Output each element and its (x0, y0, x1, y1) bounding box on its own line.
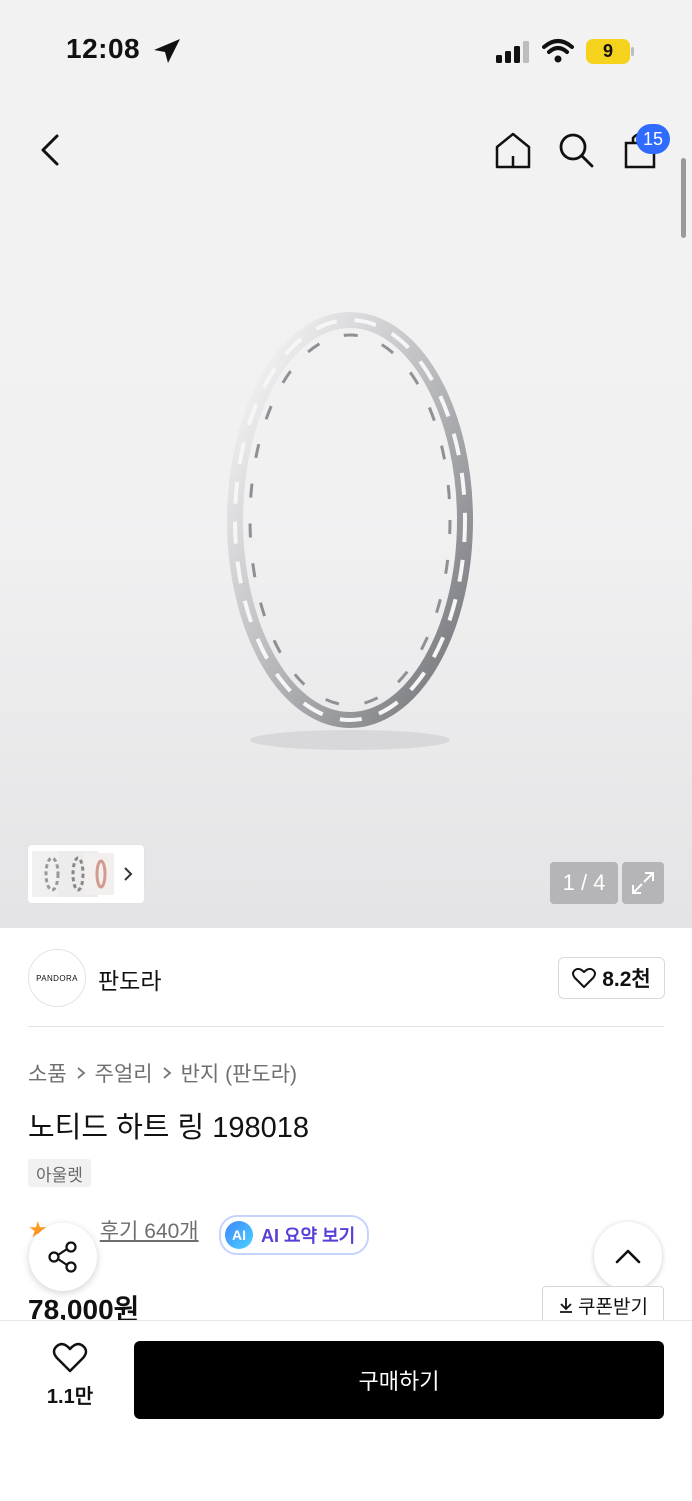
fullscreen-button[interactable] (622, 862, 664, 904)
thumbnail-strip[interactable] (28, 845, 144, 903)
chevron-left-icon (41, 134, 59, 166)
ring-thumbnails (32, 851, 114, 897)
status-time: 12:08 (66, 33, 141, 64)
search-icon (559, 133, 594, 168)
search-button[interactable] (554, 128, 598, 172)
chevron-up-icon (615, 1249, 641, 1264)
ai-icon: AI (225, 1221, 253, 1249)
download-icon (560, 1298, 573, 1313)
breadcrumb: 소품 주얼리 반지 (판도라) (28, 1058, 297, 1088)
share-button[interactable] (29, 1223, 97, 1291)
divider (28, 1026, 664, 1027)
outlet-tag: 아울렛 (28, 1159, 91, 1187)
coupon-button[interactable]: 쿠폰받기 (542, 1286, 664, 1324)
expand-icon (632, 872, 654, 894)
heart-icon (572, 967, 597, 988)
brand-logo-text: PANDORA (36, 973, 78, 983)
location-arrow-icon (154, 39, 180, 63)
share-icon (48, 1241, 77, 1273)
ai-summary-label: AI 요약 보기 (261, 1226, 356, 1246)
ring-product-image (227, 312, 473, 750)
brand-name[interactable]: 판도라 (98, 962, 161, 996)
scroll-top-button[interactable] (594, 1222, 662, 1290)
breadcrumb-item[interactable]: 반지 (판도라) (181, 1058, 297, 1088)
heart-icon (52, 1342, 88, 1373)
battery-icon: 9 (586, 39, 630, 64)
wishlist-count: 1.1만 (46, 1386, 94, 1408)
battery-level: 9 (602, 41, 613, 61)
image-counter: 1 / 4 (550, 862, 618, 904)
home-button[interactable] (490, 128, 536, 172)
breadcrumb-item[interactable]: 소품 (28, 1058, 67, 1088)
product-title: 노티드 하트 링 198018 (28, 1112, 310, 1144)
ai-summary-button[interactable]: AI AI 요약 보기 (219, 1215, 370, 1255)
scrollbar[interactable] (681, 158, 686, 238)
brand-like-button[interactable]: 8.2천 (558, 957, 665, 999)
cart-count-badge: 15 (636, 124, 670, 154)
home-icon (495, 132, 531, 169)
cellular-signal-icon (496, 41, 529, 63)
chevron-right-icon (163, 1067, 172, 1079)
breadcrumb-item[interactable]: 주얼리 (95, 1058, 153, 1088)
buy-button[interactable]: 구매하기 (134, 1341, 664, 1419)
wifi-icon (542, 39, 574, 63)
chevron-right-icon (77, 1067, 86, 1079)
review-link[interactable]: 후기 640개 (100, 1215, 199, 1245)
back-button[interactable] (30, 128, 70, 172)
chevron-right-icon (124, 867, 133, 881)
brand-like-count: 8.2천 (602, 968, 651, 991)
coupon-label: 쿠폰받기 (578, 1296, 648, 1318)
battery-cap (631, 47, 634, 56)
wishlist-button[interactable]: 1.1만 (36, 1342, 104, 1418)
brand-logo[interactable]: PANDORA (28, 949, 86, 1007)
